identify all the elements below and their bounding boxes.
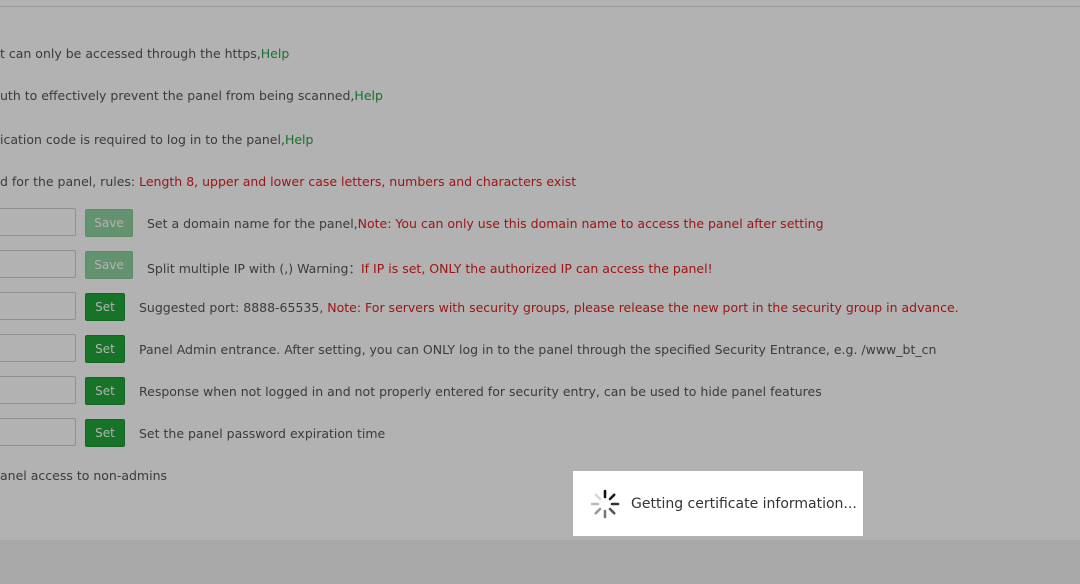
modal-overlay [0,0,1080,584]
spinner-icon [590,489,620,518]
loading-message: Getting certificate information... [631,495,857,512]
loading-toast: Getting certificate information... [573,471,863,536]
